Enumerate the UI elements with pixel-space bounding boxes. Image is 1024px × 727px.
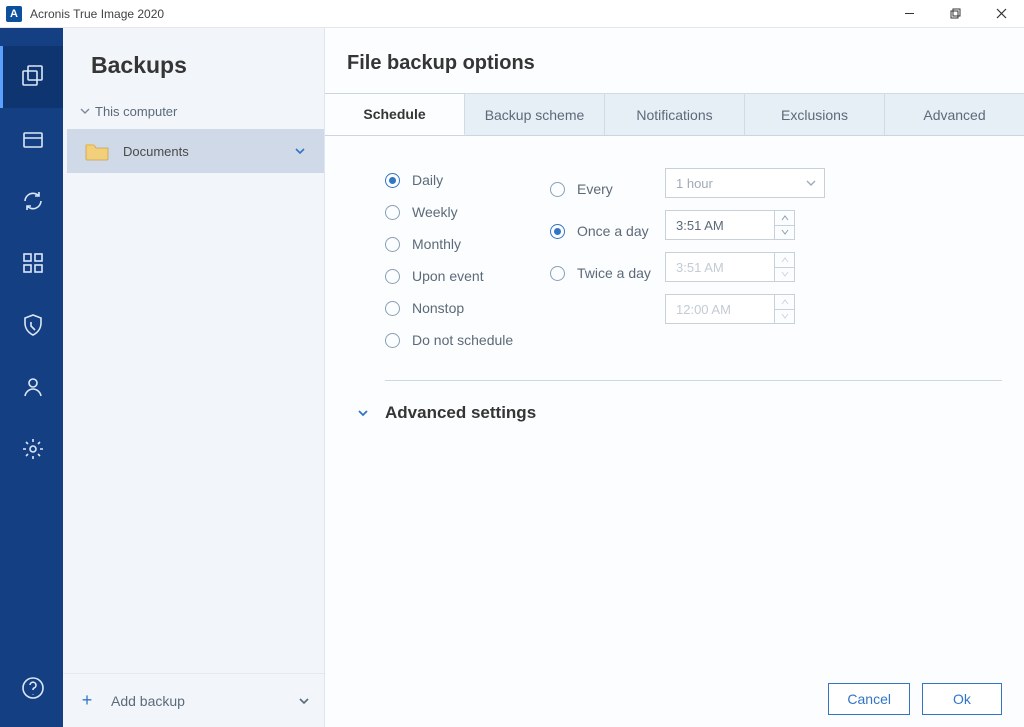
close-button[interactable] [978, 0, 1024, 28]
page-title: File backup options [325, 28, 1024, 93]
frequency-options: Every Once a day Twice a day [550, 164, 665, 356]
chevron-down-icon [77, 103, 93, 119]
radio-upon-event[interactable]: Upon event [385, 260, 550, 292]
radio-twice-a-day[interactable]: Twice a day [550, 252, 665, 294]
radio-monthly[interactable]: Monthly [385, 228, 550, 260]
time-spinner [775, 252, 795, 282]
tree-item-documents[interactable]: Documents [67, 129, 324, 173]
add-backup-label: Add backup [111, 693, 185, 709]
chevron-down-icon[interactable] [294, 145, 306, 157]
chevron-up-icon [775, 253, 794, 268]
nav-sync-icon[interactable] [0, 170, 63, 232]
nav-tools-icon[interactable] [0, 232, 63, 294]
schedule-content: Daily Weekly Monthly Upon event Nonstop … [325, 136, 1024, 671]
time-spinner [775, 294, 795, 324]
minimize-button[interactable] [886, 0, 932, 28]
nav-account-icon[interactable] [0, 356, 63, 418]
chevron-down-icon [355, 405, 371, 421]
ok-button[interactable]: Ok [922, 683, 1002, 715]
chevron-up-icon[interactable] [775, 211, 794, 226]
tree-item-label: Documents [123, 144, 189, 159]
nav-backup-icon[interactable] [0, 46, 63, 108]
titlebar: A Acronis True Image 2020 [0, 0, 1024, 28]
nav-archive-icon[interactable] [0, 108, 63, 170]
nav-settings-icon[interactable] [0, 418, 63, 480]
time-spinner[interactable] [775, 210, 795, 240]
plus-icon: + [77, 690, 97, 711]
radio-once-a-day[interactable]: Once a day [550, 210, 665, 252]
tab-exclusions[interactable]: Exclusions [745, 93, 885, 135]
chevron-up-icon [775, 295, 794, 310]
folder-icon [85, 141, 109, 161]
radio-daily[interactable]: Daily [385, 164, 550, 196]
twice-time2-input: 12:00 AM [665, 294, 775, 324]
period-options: Daily Weekly Monthly Upon event Nonstop … [385, 164, 550, 356]
radio-do-not-schedule[interactable]: Do not schedule [385, 324, 550, 356]
add-backup-button[interactable]: + Add backup [63, 673, 324, 727]
chevron-down-icon [775, 310, 794, 324]
nav-help-icon[interactable] [0, 657, 63, 719]
sidebar-heading: Backups [63, 28, 324, 97]
advanced-settings-toggle[interactable]: Advanced settings [355, 403, 1002, 423]
nav-protection-icon[interactable] [0, 294, 63, 356]
tab-schedule[interactable]: Schedule [325, 93, 465, 135]
backup-tree: This computer Documents [63, 97, 324, 173]
radio-every[interactable]: Every [550, 168, 665, 210]
tree-group-label: This computer [95, 104, 177, 119]
divider [385, 380, 1002, 381]
footer: Cancel Ok [325, 671, 1024, 727]
tab-advanced[interactable]: Advanced [885, 93, 1024, 135]
tab-backup-scheme[interactable]: Backup scheme [465, 93, 605, 135]
tab-notifications[interactable]: Notifications [605, 93, 745, 135]
window-controls [886, 0, 1024, 28]
radio-weekly[interactable]: Weekly [385, 196, 550, 228]
every-interval-select[interactable]: 1 hour [665, 168, 825, 198]
chevron-down-icon [806, 178, 816, 188]
chevron-down-icon [775, 268, 794, 282]
maximize-button[interactable] [932, 0, 978, 28]
sidebar: Backups This computer Documents + Add ba… [63, 28, 325, 727]
cancel-button[interactable]: Cancel [828, 683, 910, 715]
nav-iconbar [0, 28, 63, 727]
once-time-input[interactable]: 3:51 AM [665, 210, 775, 240]
radio-nonstop[interactable]: Nonstop [385, 292, 550, 324]
main-panel: File backup options Schedule Backup sche… [325, 28, 1024, 727]
options-tabs: Schedule Backup scheme Notifications Exc… [325, 93, 1024, 136]
advanced-settings-label: Advanced settings [385, 403, 536, 423]
app-icon: A [6, 6, 22, 22]
twice-time1-input: 3:51 AM [665, 252, 775, 282]
chevron-down-icon[interactable] [298, 695, 310, 707]
window-title: Acronis True Image 2020 [30, 7, 164, 21]
chevron-down-icon[interactable] [775, 226, 794, 240]
tree-group-this-computer[interactable]: This computer [67, 97, 324, 125]
